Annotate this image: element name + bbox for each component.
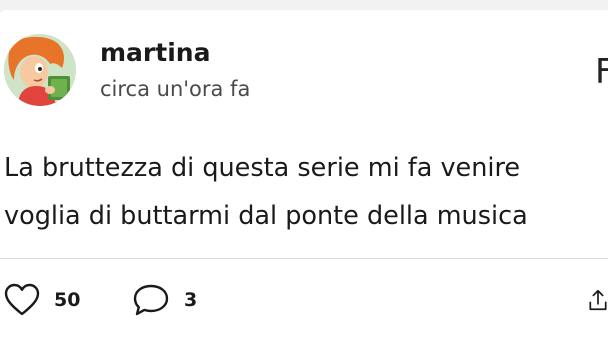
- header-action-partial[interactable]: F: [595, 52, 608, 92]
- avatar[interactable]: [4, 34, 76, 106]
- heart-outline-icon: [4, 283, 40, 316]
- post-text: La bruttezza di questa serie mi fa venir…: [4, 153, 528, 231]
- comment-count: 3: [184, 289, 198, 311]
- share-button[interactable]: [588, 278, 608, 322]
- author-name[interactable]: martina: [100, 38, 210, 68]
- avatar-image: [4, 34, 76, 106]
- comment-button[interactable]: 3: [132, 278, 197, 322]
- post-card: martina circa un'ora fa F La bruttezza d…: [0, 10, 608, 340]
- post-actions: 50 3: [0, 278, 608, 322]
- share-upload-icon: [589, 289, 607, 311]
- post-timestamp: circa un'ora fa: [100, 77, 251, 101]
- like-button[interactable]: 50: [4, 278, 80, 322]
- speech-bubble-icon: [133, 284, 169, 316]
- divider: [0, 258, 608, 259]
- like-count: 50: [54, 289, 81, 311]
